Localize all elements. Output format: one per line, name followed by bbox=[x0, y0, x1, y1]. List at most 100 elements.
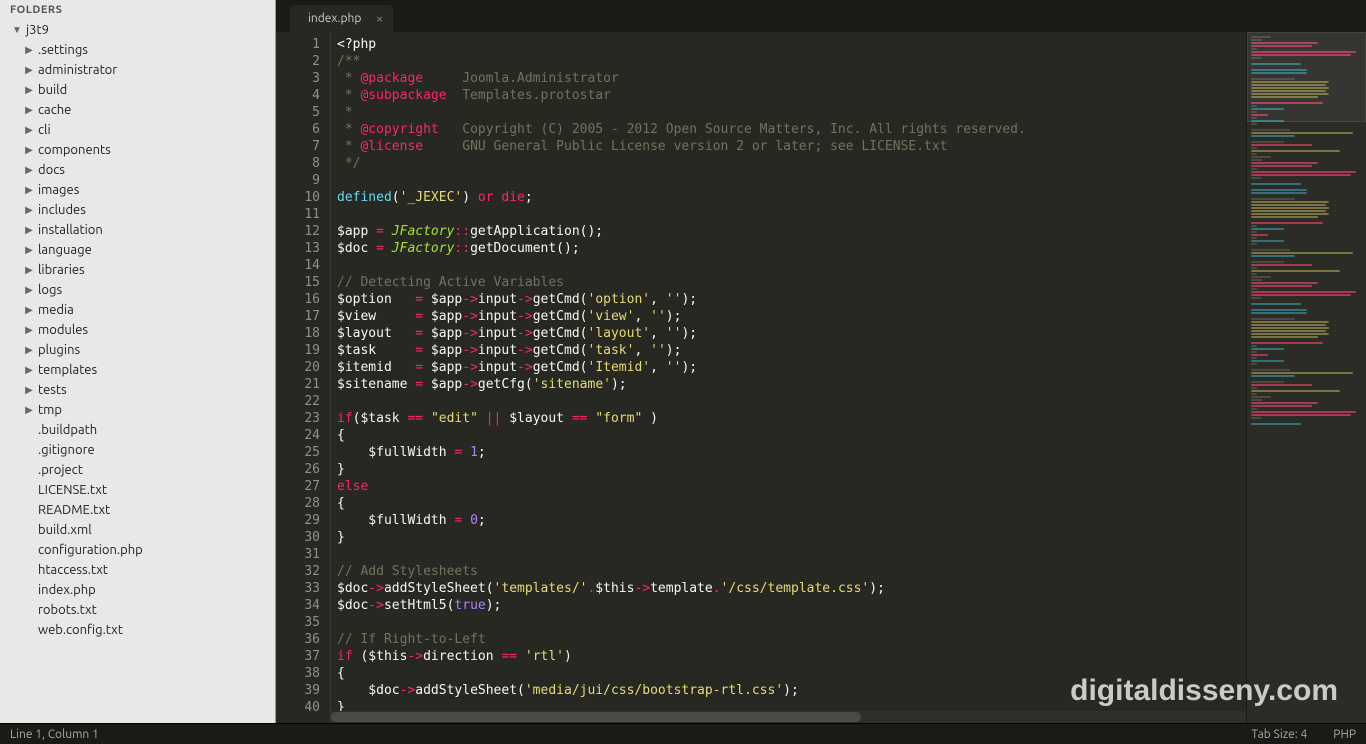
tree-file[interactable]: htaccess.txt bbox=[0, 560, 275, 580]
code-line[interactable]: $app = JFactory::getApplication(); bbox=[337, 223, 1246, 240]
code-line[interactable]: if ($this->direction == 'rtl') bbox=[337, 648, 1246, 665]
tree-folder[interactable]: cli bbox=[0, 120, 275, 140]
tree-folder[interactable]: tmp bbox=[0, 400, 275, 420]
tree-file[interactable]: .gitignore bbox=[0, 440, 275, 460]
tree-folder[interactable]: installation bbox=[0, 220, 275, 240]
tree-item-label: LICENSE.txt bbox=[38, 483, 107, 497]
tree-item-label: cache bbox=[38, 103, 71, 117]
tree-folder[interactable]: language bbox=[0, 240, 275, 260]
code-line[interactable] bbox=[337, 172, 1246, 189]
tree-file[interactable]: robots.txt bbox=[0, 600, 275, 620]
code-line[interactable]: $fullWidth = 0; bbox=[337, 512, 1246, 529]
tree-item-label: templates bbox=[38, 363, 97, 377]
code-line[interactable]: if($task == "edit" || $layout == "form" … bbox=[337, 410, 1246, 427]
code-line[interactable]: /** bbox=[337, 53, 1246, 70]
tree-folder[interactable]: media bbox=[0, 300, 275, 320]
tree-folder[interactable]: includes bbox=[0, 200, 275, 220]
code-line[interactable] bbox=[337, 206, 1246, 223]
scrollbar-thumb[interactable] bbox=[331, 712, 861, 722]
code-line[interactable]: else bbox=[337, 478, 1246, 495]
code-line[interactable] bbox=[337, 257, 1246, 274]
tree-folder[interactable]: components bbox=[0, 140, 275, 160]
chevron-right-icon bbox=[24, 304, 34, 316]
tree-folder[interactable]: libraries bbox=[0, 260, 275, 280]
code-line[interactable]: $layout = $app->input->getCmd('layout', … bbox=[337, 325, 1246, 342]
tree-folder[interactable]: templates bbox=[0, 360, 275, 380]
code-line[interactable]: */ bbox=[337, 155, 1246, 172]
tree-folder[interactable]: images bbox=[0, 180, 275, 200]
tree-folder[interactable]: plugins bbox=[0, 340, 275, 360]
tree-file[interactable]: LICENSE.txt bbox=[0, 480, 275, 500]
code-line[interactable]: $sitename = $app->getCfg('sitename'); bbox=[337, 376, 1246, 393]
code-line[interactable]: { bbox=[337, 665, 1246, 682]
code-line[interactable] bbox=[337, 546, 1246, 563]
horizontal-scrollbar[interactable] bbox=[331, 711, 1246, 723]
tree-item-label: libraries bbox=[38, 263, 85, 277]
tree-folder[interactable]: cache bbox=[0, 100, 275, 120]
tree-item-label: README.txt bbox=[38, 503, 110, 517]
tree-file[interactable]: README.txt bbox=[0, 500, 275, 520]
minimap-viewport[interactable] bbox=[1247, 32, 1366, 122]
code-line[interactable]: defined('_JEXEC') or die; bbox=[337, 189, 1246, 206]
chevron-right-icon bbox=[24, 204, 34, 216]
status-tab-size[interactable]: Tab Size: 4 bbox=[1251, 728, 1307, 741]
chevron-right-icon bbox=[24, 324, 34, 336]
chevron-right-icon bbox=[24, 64, 34, 76]
code-line[interactable]: * @subpackage Templates.protostar bbox=[337, 87, 1246, 104]
folders-sidebar[interactable]: FOLDERS j3t9.settingsadministratorbuildc… bbox=[0, 0, 276, 723]
code-line[interactable]: * @copyright Copyright (C) 2005 - 2012 O… bbox=[337, 121, 1246, 138]
tree-root[interactable]: j3t9 bbox=[0, 20, 275, 40]
chevron-right-icon bbox=[24, 404, 34, 416]
code-line[interactable]: * bbox=[337, 104, 1246, 121]
code-line[interactable]: * @license GNU General Public License ve… bbox=[337, 138, 1246, 155]
code-line[interactable]: $itemid = $app->input->getCmd('Itemid', … bbox=[337, 359, 1246, 376]
code-line[interactable]: $doc->addStyleSheet('media/jui/css/boots… bbox=[337, 682, 1246, 699]
code-line[interactable]: $doc->addStyleSheet('templates/'.$this->… bbox=[337, 580, 1246, 597]
tree-folder[interactable]: docs bbox=[0, 160, 275, 180]
code-line[interactable]: // If Right-to-Left bbox=[337, 631, 1246, 648]
editor-area: index.php × 1234567891011121314151617181… bbox=[276, 0, 1366, 723]
tree-file[interactable]: .buildpath bbox=[0, 420, 275, 440]
tree-folder[interactable]: build bbox=[0, 80, 275, 100]
close-icon[interactable]: × bbox=[376, 12, 383, 26]
code-line[interactable]: $doc = JFactory::getDocument(); bbox=[337, 240, 1246, 257]
code-line[interactable]: <?php bbox=[337, 36, 1246, 53]
tree-file[interactable]: .project bbox=[0, 460, 275, 480]
tree-folder[interactable]: modules bbox=[0, 320, 275, 340]
code-line[interactable]: $task = $app->input->getCmd('task', ''); bbox=[337, 342, 1246, 359]
tab-bar: index.php × bbox=[276, 0, 1366, 32]
code-line[interactable] bbox=[337, 614, 1246, 631]
tree-folder[interactable]: tests bbox=[0, 380, 275, 400]
tree-folder[interactable]: logs bbox=[0, 280, 275, 300]
code-editor[interactable]: <?php/** * @package Joomla.Administrator… bbox=[331, 32, 1246, 723]
status-cursor-pos[interactable]: Line 1, Column 1 bbox=[10, 728, 99, 741]
chevron-down-icon bbox=[12, 24, 22, 36]
chevron-right-icon bbox=[24, 124, 34, 136]
tree-folder[interactable]: .settings bbox=[0, 40, 275, 60]
tree-file[interactable]: build.xml bbox=[0, 520, 275, 540]
code-line[interactable]: { bbox=[337, 427, 1246, 444]
code-line[interactable]: } bbox=[337, 461, 1246, 478]
tab-index-php[interactable]: index.php × bbox=[290, 5, 393, 32]
code-line[interactable]: // Detecting Active Variables bbox=[337, 274, 1246, 291]
code-line[interactable]: $option = $app->input->getCmd('option', … bbox=[337, 291, 1246, 308]
code-line[interactable]: $fullWidth = 1; bbox=[337, 444, 1246, 461]
code-line[interactable]: } bbox=[337, 529, 1246, 546]
code-line[interactable]: // Add Stylesheets bbox=[337, 563, 1246, 580]
tree-file[interactable]: configuration.php bbox=[0, 540, 275, 560]
code-line[interactable]: * @package Joomla.Administrator bbox=[337, 70, 1246, 87]
code-line[interactable]: { bbox=[337, 495, 1246, 512]
code-line[interactable] bbox=[337, 393, 1246, 410]
tree-item-label: installation bbox=[38, 223, 103, 237]
code-line[interactable]: $doc->setHtml5(true); bbox=[337, 597, 1246, 614]
tree-file[interactable]: index.php bbox=[0, 580, 275, 600]
tree-item-label: logs bbox=[38, 283, 62, 297]
chevron-right-icon bbox=[24, 164, 34, 176]
tree-file[interactable]: web.config.txt bbox=[0, 620, 275, 640]
code-line[interactable]: $view = $app->input->getCmd('view', ''); bbox=[337, 308, 1246, 325]
tree-folder[interactable]: administrator bbox=[0, 60, 275, 80]
tree-item-label: build.xml bbox=[38, 523, 92, 537]
status-language[interactable]: PHP bbox=[1333, 728, 1356, 741]
minimap[interactable] bbox=[1246, 32, 1366, 723]
tree-item-label: index.php bbox=[38, 583, 96, 597]
